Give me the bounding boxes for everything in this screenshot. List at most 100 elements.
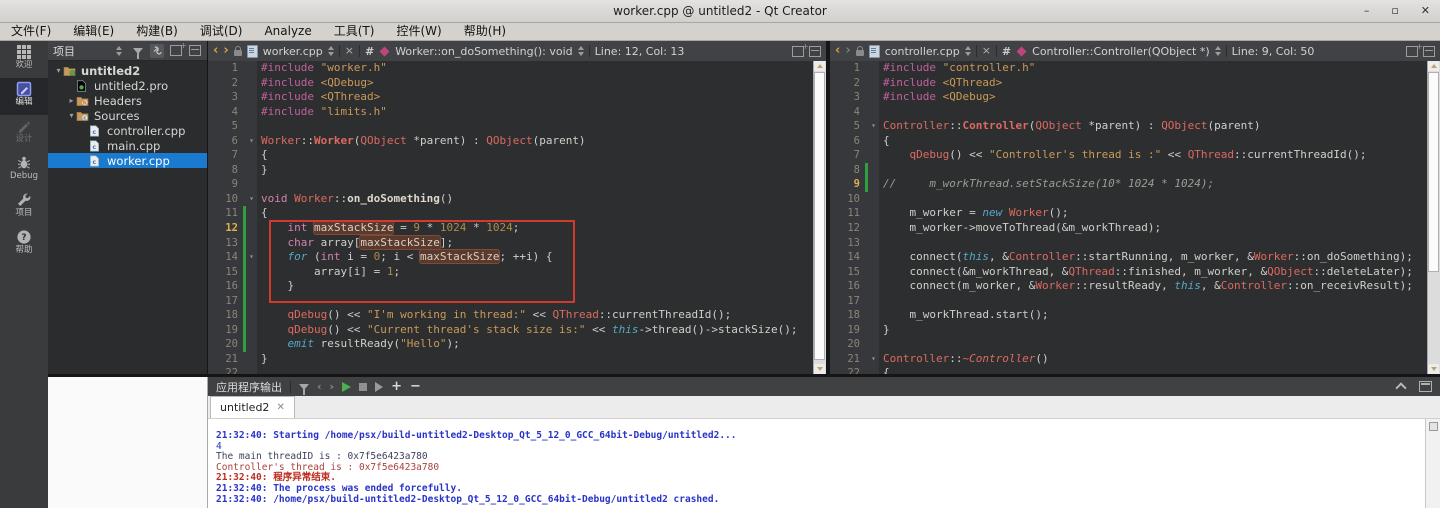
mode-item-edit[interactable]: 编辑 [0, 78, 48, 115]
editor2-scrollbar[interactable] [1427, 61, 1440, 374]
menu-item[interactable]: 控件(W) [385, 23, 452, 40]
split-editor-icon[interactable] [1406, 42, 1423, 57]
output-console[interactable]: 21:32:40: Starting /home/psx/build-untit… [208, 419, 1426, 508]
close-split-icon[interactable] [809, 45, 821, 57]
maximize-button[interactable]: ▫ [1391, 0, 1398, 22]
back-icon[interactable]: ‹ [835, 42, 840, 60]
output-scrollbar[interactable] [1425, 419, 1440, 508]
editor1-scrollbar[interactable] [813, 61, 826, 374]
stop-icon[interactable] [359, 382, 368, 391]
next-item-icon[interactable]: › [330, 380, 335, 393]
close-split-icon[interactable] [1423, 45, 1435, 57]
file-cpp-icon: c [89, 139, 104, 152]
line-number: 3 [208, 90, 243, 105]
split-pane-icon[interactable] [169, 41, 187, 58]
editor1-symbol[interactable]: Worker::on_doSomething(): void [395, 45, 572, 58]
menu-item[interactable]: 帮助(H) [453, 23, 517, 40]
editor1-code-area[interactable]: 1 #include "worker.h" 2 #include <QDebug> 3 #… [208, 61, 814, 374]
editor1-scroll-thumb[interactable] [814, 72, 825, 360]
mode-item-debug[interactable]: Debug [0, 152, 48, 189]
back-icon[interactable]: ‹ [213, 42, 218, 60]
panel-window-icon[interactable] [1419, 381, 1432, 392]
fold-margin [868, 61, 879, 76]
expander-icon[interactable]: ▾ [67, 111, 76, 120]
menu-item[interactable]: Analyze [253, 23, 322, 40]
code-line: 15 connect(&m_workThread, &QThread::fini… [830, 264, 1428, 280]
editor2-code-area[interactable]: 1 #include "controller.h" 2 #include <QThre… [830, 61, 1428, 374]
menu-item[interactable]: 调试(D) [189, 23, 254, 40]
expander-icon[interactable]: ▸ [67, 96, 76, 105]
tree-item-sources[interactable]: ▾ c Sources [48, 108, 207, 123]
fold-marker-icon[interactable]: ▾ [868, 119, 879, 134]
tree-item-main-cpp[interactable]: c main.cpp [48, 138, 207, 153]
folder-c-icon: c [76, 110, 91, 122]
mode-item-welcome[interactable]: 欢迎 [0, 41, 48, 78]
minimize-button[interactable]: – [1364, 0, 1370, 22]
scroll-down-icon[interactable] [814, 364, 825, 374]
scroll-down-icon[interactable] [1428, 364, 1439, 374]
line-number: 19 [208, 322, 243, 338]
forward-icon[interactable]: › [223, 42, 228, 60]
close-document-icon[interactable]: × [345, 42, 354, 60]
symbol-dropdown-icon[interactable] [577, 46, 584, 56]
output-tab-untitled2[interactable]: untitled2 ✕ [210, 396, 295, 418]
symbol-dropdown-icon[interactable] [1214, 46, 1221, 56]
code-text: Controller::~Controller() [883, 351, 1049, 365]
close-tab-icon[interactable]: ✕ [276, 402, 284, 413]
tree-item-untitled2[interactable]: ▾ untitled2 [48, 63, 207, 78]
window-title: worker.cpp @ untitled2 - Qt Creator [613, 4, 827, 18]
fold-marker-icon[interactable]: ▾ [246, 250, 257, 265]
run-icon[interactable] [342, 381, 352, 392]
expander-icon[interactable]: ▾ [54, 66, 63, 75]
mode-item-projects[interactable]: 项目 [0, 189, 48, 226]
document-dropdown-icon[interactable] [327, 46, 334, 56]
fold-marker-icon[interactable]: ▾ [868, 351, 879, 367]
scroll-lock-icon[interactable] [1429, 422, 1438, 431]
editor-worker-cpp: ‹ › worker.cpp × # Worker::on_doSomethin… [208, 41, 826, 374]
document-dropdown-icon[interactable] [964, 46, 971, 56]
prev-item-icon[interactable]: ‹ [317, 380, 322, 393]
filter-tree-icon[interactable] [131, 44, 145, 59]
forward-icon[interactable]: › [845, 42, 850, 60]
menu-item[interactable]: 工具(T) [323, 23, 386, 40]
fold-margin [868, 133, 879, 149]
fold-marker-icon[interactable]: ▾ [246, 133, 257, 149]
menu-item[interactable]: 构建(B) [125, 23, 189, 40]
code-text: connect(m_worker, &Worker::resultReady, … [883, 279, 1413, 293]
fold-marker-icon[interactable]: ▾ [246, 191, 257, 207]
close-button[interactable]: ✕ [1421, 0, 1430, 22]
mode-item-help[interactable]: ? 帮助 [0, 226, 48, 263]
zoom-out-icon[interactable]: − [410, 379, 421, 395]
editor2-scroll-thumb[interactable] [1428, 72, 1439, 272]
pane-selector-updown-icon[interactable] [112, 44, 126, 58]
symbol-hash-icon[interactable]: # [1002, 45, 1011, 58]
symbol-hash-icon[interactable]: # [365, 45, 374, 58]
close-pane-icon[interactable] [188, 44, 202, 58]
editor2-symbol[interactable]: Controller::Controller(QObject *) [1032, 45, 1210, 58]
output-tab-row: untitled2 ✕ [208, 396, 1440, 419]
title-bar[interactable]: worker.cpp @ untitled2 - Qt Creator – ▫ … [0, 0, 1440, 23]
fold-margin [868, 366, 879, 374]
line-number: 7 [830, 148, 865, 163]
line-number: 21 [208, 351, 243, 367]
line-number: 6 [208, 133, 243, 149]
filter-output-icon[interactable] [299, 383, 309, 395]
editor1-filename[interactable]: worker.cpp [263, 45, 323, 58]
menu-item[interactable]: 文件(F) [0, 23, 62, 40]
scroll-up-icon[interactable] [814, 61, 825, 71]
menu-item[interactable]: 编辑(E) [62, 23, 125, 40]
scroll-up-icon[interactable] [1428, 61, 1439, 71]
zoom-in-icon[interactable]: + [391, 379, 402, 395]
split-editor-icon[interactable] [792, 42, 809, 57]
tree-item-headers[interactable]: ▸ h Headers [48, 93, 207, 108]
tree-item-controller-cpp[interactable]: c controller.cpp [48, 123, 207, 138]
rerun-debug-icon[interactable] [375, 381, 384, 392]
code-line: 10 [830, 191, 1428, 207]
maximize-panel-icon[interactable] [1395, 382, 1407, 394]
tree-item-untitled2-pro[interactable]: untitled2.pro [48, 78, 207, 93]
tree-item-worker-cpp[interactable]: c worker.cpp [48, 153, 207, 168]
sync-with-editor-icon[interactable] [150, 43, 164, 58]
close-document-icon[interactable]: × [982, 42, 991, 60]
editor2-filename[interactable]: controller.cpp [885, 45, 960, 58]
